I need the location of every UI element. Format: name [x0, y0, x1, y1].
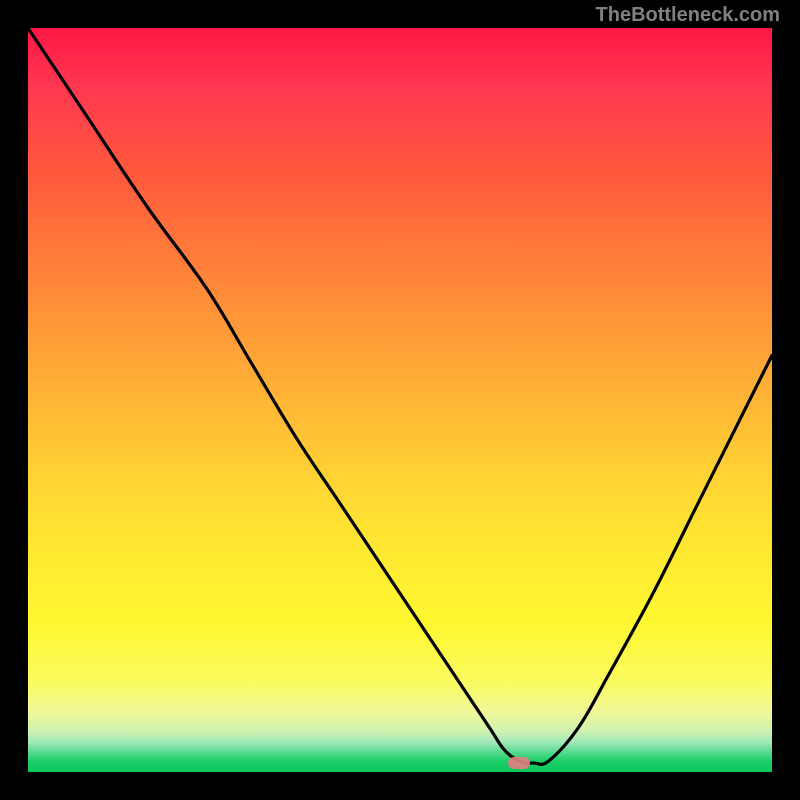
watermark-text: TheBottleneck.com	[596, 4, 780, 27]
bottleneck-curve	[28, 28, 772, 764]
optimal-point-marker	[508, 757, 530, 769]
chart-container: TheBottleneck.com	[0, 0, 800, 800]
curve-svg	[28, 28, 772, 772]
plot-area	[28, 28, 772, 772]
